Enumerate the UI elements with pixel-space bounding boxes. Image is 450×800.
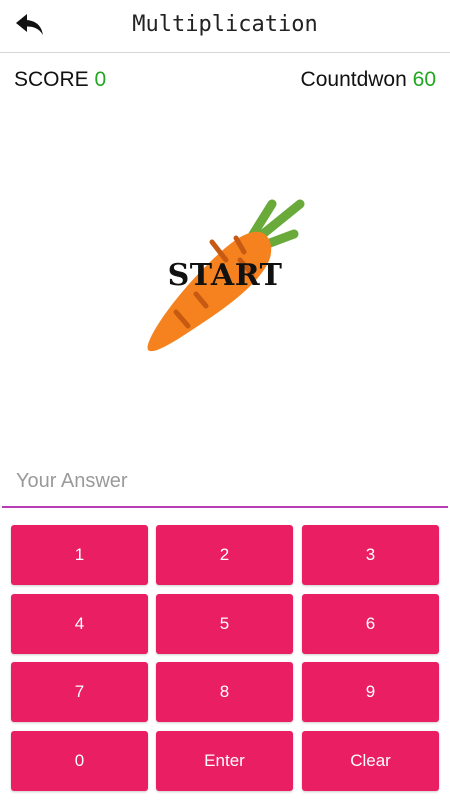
countdown-value: 60 xyxy=(412,68,436,91)
key-0-button[interactable]: 0 xyxy=(11,731,148,791)
countdown-display: Countdwon 60 xyxy=(301,68,436,92)
key-7-button[interactable]: 7 xyxy=(11,662,148,722)
status-row: SCORE 0 Countdwon 60 xyxy=(0,64,450,100)
countdown-label: Countdwon xyxy=(300,68,407,91)
key-6-button[interactable]: 6 xyxy=(302,594,439,654)
score-display: SCORE 0 xyxy=(14,68,106,92)
arrow-back-icon xyxy=(16,14,43,35)
key-3-button[interactable]: 3 xyxy=(302,525,439,585)
page-title: Multiplication xyxy=(132,12,318,37)
score-label: SCORE xyxy=(14,68,89,91)
score-value: 0 xyxy=(94,68,107,91)
top-app-bar: Multiplication xyxy=(0,0,450,53)
key-9-button[interactable]: 9 xyxy=(302,662,439,722)
number-keypad: 1 2 3 4 5 6 7 8 9 0 Enter Clear xyxy=(11,525,439,791)
enter-button[interactable]: Enter xyxy=(156,731,293,791)
key-4-button[interactable]: 4 xyxy=(11,594,148,654)
key-5-button[interactable]: 5 xyxy=(156,594,293,654)
start-button[interactable]: START xyxy=(0,258,450,293)
clear-button[interactable]: Clear xyxy=(302,731,439,791)
back-button[interactable] xyxy=(14,10,46,40)
key-2-button[interactable]: 2 xyxy=(156,525,293,585)
answer-input[interactable] xyxy=(2,456,448,508)
key-1-button[interactable]: 1 xyxy=(11,525,148,585)
key-8-button[interactable]: 8 xyxy=(156,662,293,722)
